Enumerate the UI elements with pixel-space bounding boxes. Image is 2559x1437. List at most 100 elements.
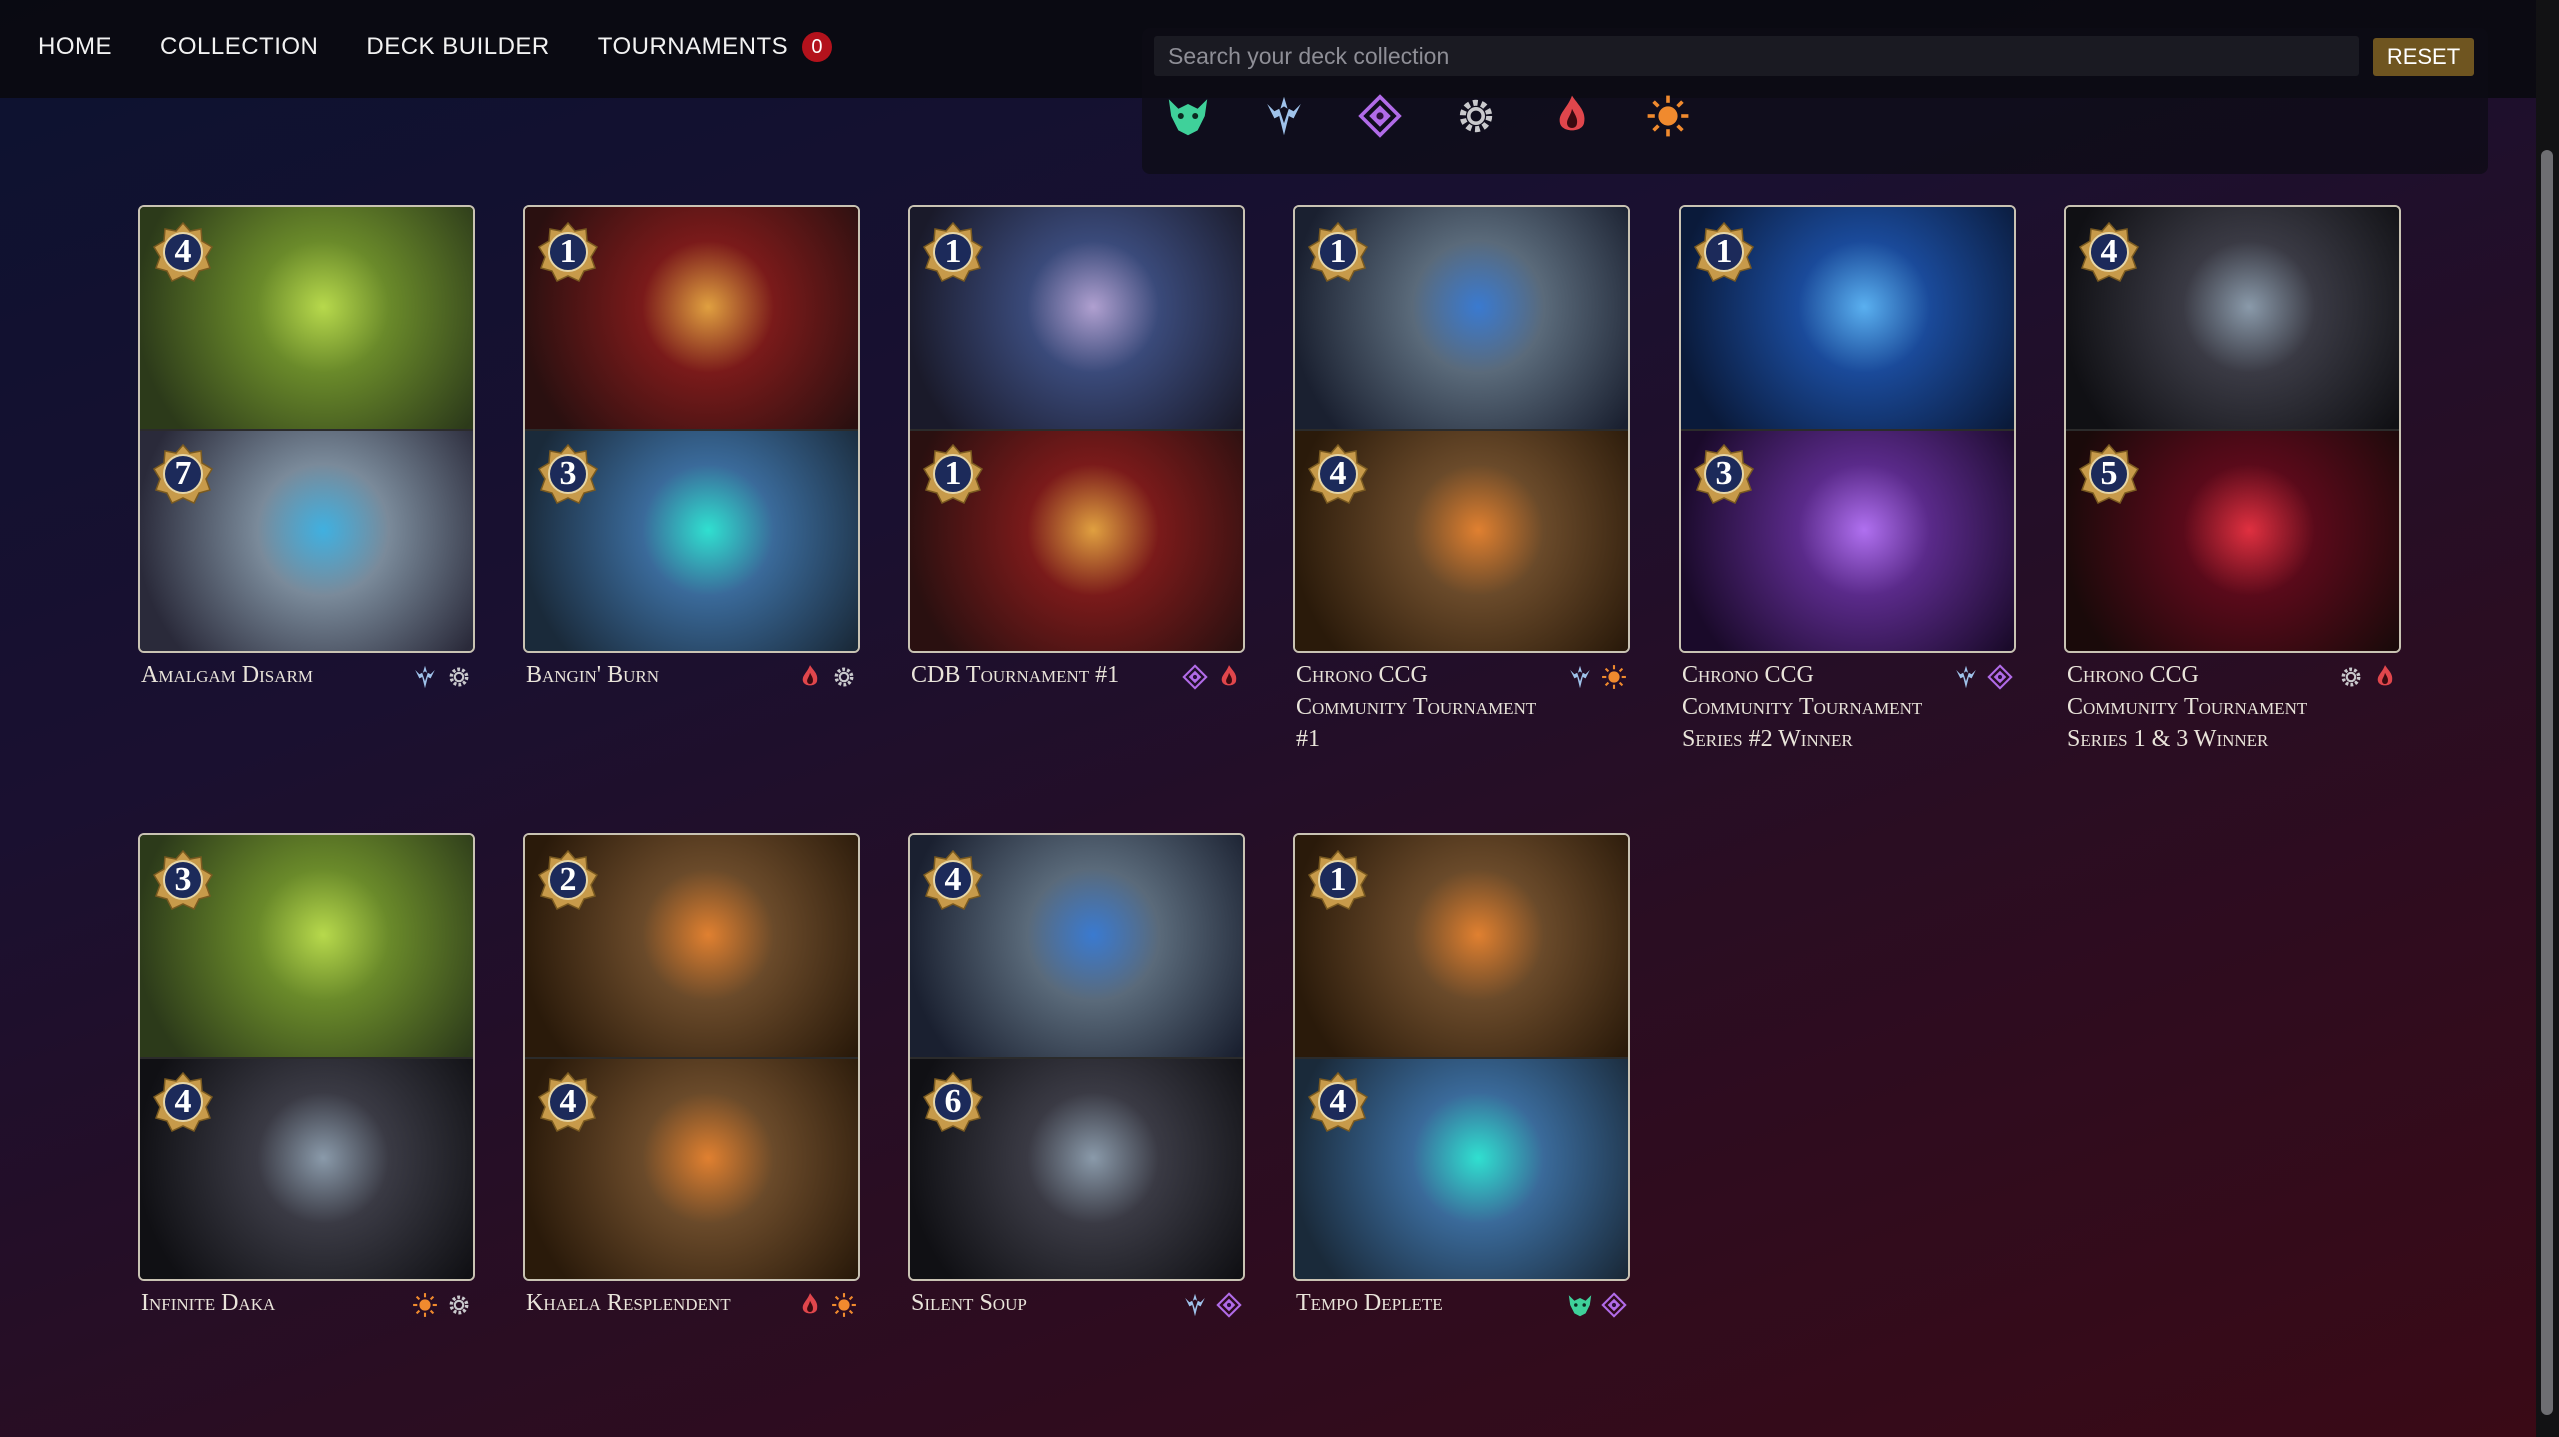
deck-faction-icons (1566, 659, 1630, 755)
deck-tile[interactable]: 4 6 Silent Soup (908, 833, 1294, 1319)
bottom-card-cost-badge: 3 (1693, 443, 1755, 505)
flame-faction-filter[interactable] (1548, 92, 1596, 144)
sun-faction-icon (411, 1291, 439, 1319)
deck-art[interactable]: 14 (1293, 833, 1630, 1281)
flame-faction-icon (796, 663, 824, 691)
deck-name[interactable]: Tempo Deplete (1293, 1287, 1543, 1319)
nav-deck-builder[interactable]: DECK BUILDER (366, 33, 549, 61)
deck-meta: Chrono CCG Community Tournament Series #… (1679, 659, 2016, 755)
deck-faction-icons (1181, 659, 1245, 691)
deck-tile[interactable]: 1 3 Chrono CCG Community Tournament Series… (1679, 205, 2065, 755)
deck-tile[interactable]: 1 4 Tempo Deplete (1293, 833, 1679, 1319)
flame-faction-icon (2371, 663, 2399, 691)
bottom-card-cost-badge: 4 (537, 1071, 599, 1133)
deck-art[interactable]: 47 (138, 205, 475, 653)
deck-tile[interactable]: 4 7 Amalgam Disarm (138, 205, 524, 691)
deck-art[interactable]: 34 (138, 833, 475, 1281)
deck-tile[interactable]: 4 5 Chrono CCG Community Tournament Series… (2064, 205, 2450, 755)
arcane-faction-filter[interactable] (1356, 92, 1404, 144)
bottom-card-slot: 7 (140, 429, 473, 651)
flame-faction-icon (1215, 663, 1243, 691)
nav-collection[interactable]: COLLECTION (160, 33, 318, 61)
top-card-cost-badge: 1 (1307, 221, 1369, 283)
bottom-card-cost-badge: 4 (1307, 443, 1369, 505)
deck-art[interactable]: 11 (908, 205, 1245, 653)
bottom-card-cost-badge: 1 (922, 443, 984, 505)
deck-art[interactable]: 14 (1293, 205, 1630, 653)
deck-name[interactable]: Bangin' Burn (523, 659, 773, 691)
sun-faction-filter[interactable] (1644, 92, 1692, 144)
bottom-card-cost-badge: 5 (2078, 443, 2140, 505)
search-panel: RESET (1142, 28, 2488, 174)
gear-faction-filter[interactable] (1452, 92, 1500, 144)
deck-meta: Amalgam Disarm (138, 659, 475, 691)
main-nav: HOME COLLECTION DECK BUILDER TOURNAMENTS… (38, 32, 833, 62)
deck-tile[interactable]: 1 3 Bangin' Burn (523, 205, 909, 691)
deck-tile[interactable]: 1 4 Chrono CCG Community Tournament #1 (1293, 205, 1679, 755)
bottom-card-cost-badge: 7 (152, 443, 214, 505)
tournaments-count-badge: 0 (802, 32, 833, 62)
deck-name[interactable]: Chrono CCG Community Tournament Series 1… (2064, 659, 2314, 755)
arcane-faction-icon (1356, 92, 1404, 145)
deck-art[interactable]: 45 (2064, 205, 2401, 653)
bottom-card-slot: 1 (910, 429, 1243, 651)
top-card-cost-badge: 4 (922, 849, 984, 911)
deck-meta: Khaela Resplendent (523, 1287, 860, 1319)
top-card-cost-badge: 4 (2078, 221, 2140, 283)
beast-faction-icon (1566, 1291, 1594, 1319)
deck-search-input[interactable] (1154, 36, 2359, 76)
bottom-card-slot: 4 (525, 1057, 858, 1279)
sun-faction-icon (1600, 663, 1628, 691)
reset-button[interactable]: RESET (2373, 38, 2474, 76)
flame-faction-icon (796, 1291, 824, 1319)
deck-art[interactable]: 46 (908, 833, 1245, 1281)
deck-meta: Chrono CCG Community Tournament Series 1… (2064, 659, 2401, 755)
deck-meta: Chrono CCG Community Tournament #1 (1293, 659, 1630, 755)
faction-filter-row (1164, 92, 1692, 144)
bottom-card-cost-badge: 4 (152, 1071, 214, 1133)
top-card-slot: 4 (910, 835, 1243, 1057)
deck-art[interactable]: 24 (523, 833, 860, 1281)
deck-name[interactable]: CDB Tournament #1 (908, 659, 1158, 691)
deck-art[interactable]: 13 (523, 205, 860, 653)
deck-faction-icons (1952, 659, 2016, 755)
gear-faction-icon (2337, 663, 2365, 691)
deck-name[interactable]: Infinite Daka (138, 1287, 388, 1319)
bottom-card-cost-badge: 4 (1307, 1071, 1369, 1133)
deck-meta: Infinite Daka (138, 1287, 475, 1319)
bottom-card-slot: 4 (140, 1057, 473, 1279)
scrollbar-thumb[interactable] (2541, 150, 2553, 1415)
trident-faction-filter[interactable] (1260, 92, 1308, 144)
deck-meta: CDB Tournament #1 (908, 659, 1245, 691)
bottom-card-cost-badge: 3 (537, 443, 599, 505)
top-card-slot: 2 (525, 835, 858, 1057)
deck-meta: Bangin' Burn (523, 659, 860, 691)
deck-art[interactable]: 13 (1679, 205, 2016, 653)
deck-name[interactable]: Silent Soup (908, 1287, 1158, 1319)
bottom-card-cost-badge: 6 (922, 1071, 984, 1133)
deck-name[interactable]: Khaela Resplendent (523, 1287, 773, 1319)
deck-name[interactable]: Chrono CCG Community Tournament #1 (1293, 659, 1543, 755)
top-card-slot: 1 (1681, 207, 2014, 429)
nav-home[interactable]: HOME (38, 33, 112, 61)
nav-deck-builder-label: DECK BUILDER (366, 33, 550, 60)
deck-tile[interactable]: 3 4 Infinite Daka (138, 833, 524, 1319)
deck-tile[interactable]: 2 4 Khaela Resplendent (523, 833, 909, 1319)
nav-tournaments[interactable]: TOURNAMENTS 0 (598, 32, 833, 62)
deck-tile[interactable]: 1 1 CDB Tournament #1 (908, 205, 1294, 691)
trident-faction-icon (1566, 663, 1594, 691)
gear-faction-icon (445, 663, 473, 691)
deck-faction-icons (1181, 1287, 1245, 1319)
gear-faction-icon (1452, 92, 1500, 145)
bottom-card-slot: 4 (1295, 1057, 1628, 1279)
top-card-cost-badge: 2 (537, 849, 599, 911)
beast-faction-filter[interactable] (1164, 92, 1212, 144)
deck-meta: Tempo Deplete (1293, 1287, 1630, 1319)
deck-name[interactable]: Amalgam Disarm (138, 659, 388, 691)
deck-meta: Silent Soup (908, 1287, 1245, 1319)
beast-faction-icon (1164, 92, 1212, 145)
deck-faction-icons (796, 1287, 860, 1319)
top-card-cost-badge: 1 (1307, 849, 1369, 911)
top-card-slot: 3 (140, 835, 473, 1057)
deck-name[interactable]: Chrono CCG Community Tournament Series #… (1679, 659, 1929, 755)
